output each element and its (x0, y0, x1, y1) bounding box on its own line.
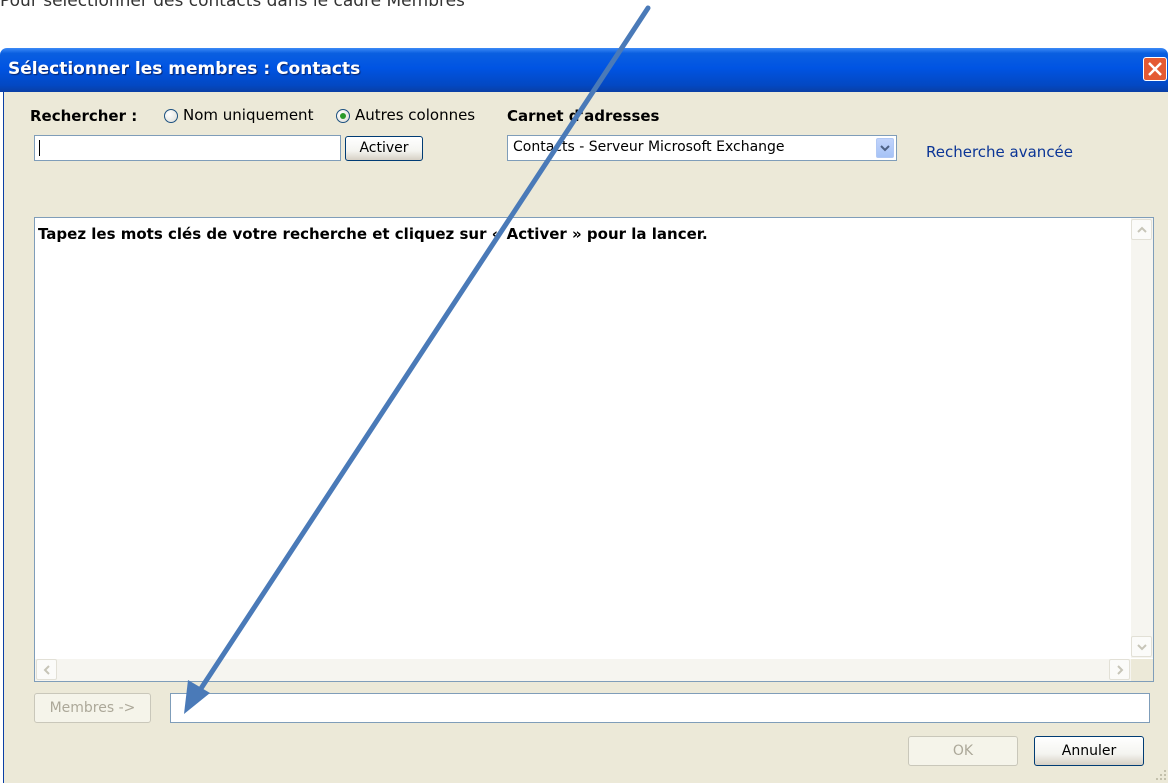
scroll-left-icon (43, 665, 50, 675)
radio-other-columns[interactable] (336, 109, 350, 123)
address-book-selected-value: Contacts - Serveur Microsoft Exchange (513, 139, 785, 155)
address-book-dropdown-button[interactable] (876, 138, 894, 158)
scroll-right-button[interactable] (1109, 659, 1130, 680)
scroll-right-icon (1117, 665, 1124, 675)
horizontal-scrollbar[interactable] (35, 659, 1131, 681)
go-button[interactable]: Activer (345, 136, 423, 161)
title-bar: Sélectionner les membres : Contacts (0, 48, 1168, 92)
search-label: Rechercher : (30, 107, 138, 125)
chevron-down-icon (880, 145, 890, 152)
scroll-left-button[interactable] (36, 659, 57, 680)
members-button[interactable]: Membres -> (34, 693, 151, 723)
scrollbar-corner (1131, 659, 1153, 681)
radio-selected-dot (340, 113, 346, 119)
scroll-up-button[interactable] (1131, 219, 1152, 240)
vertical-scrollbar[interactable] (1131, 218, 1153, 658)
advanced-search-link[interactable]: Recherche avancée (926, 143, 1073, 161)
scroll-down-icon (1137, 644, 1147, 651)
scroll-up-icon (1137, 226, 1147, 233)
scroll-down-button[interactable] (1131, 636, 1152, 657)
radio-name-only[interactable] (164, 109, 178, 123)
search-input[interactable] (34, 135, 341, 161)
members-field[interactable] (170, 693, 1150, 723)
ok-button[interactable]: OK (908, 736, 1018, 766)
context-text: Pour sélectionner des contacts dans le c… (0, 0, 465, 11)
text-cursor (39, 140, 40, 156)
close-icon (1148, 62, 1162, 76)
address-book-select[interactable]: Contacts - Serveur Microsoft Exchange (507, 135, 897, 161)
resize-grip-icon[interactable] (1155, 769, 1167, 781)
cancel-button[interactable]: Annuler (1034, 736, 1144, 766)
dialog-client-area: Rechercher : Nom uniquement Autres colon… (3, 92, 1168, 783)
radio-other-columns-label[interactable]: Autres colonnes (355, 106, 475, 124)
dialog-title: Sélectionner les membres : Contacts (8, 59, 361, 79)
results-list[interactable]: Tapez les mots clés de votre recherche e… (34, 217, 1154, 682)
address-book-label: Carnet d'adresses (507, 107, 660, 125)
close-button[interactable] (1143, 57, 1167, 81)
radio-name-only-label[interactable]: Nom uniquement (183, 106, 313, 124)
select-members-dialog: Sélectionner les membres : Contacts Rech… (0, 48, 1168, 783)
results-hint: Tapez les mots clés de votre recherche e… (38, 225, 708, 243)
